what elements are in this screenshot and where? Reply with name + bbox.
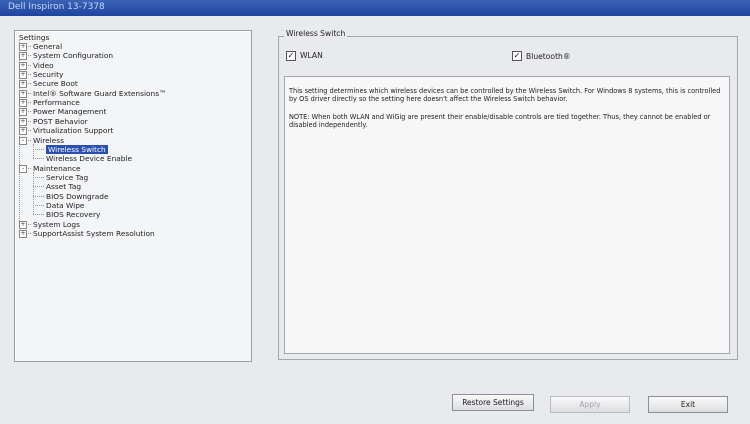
tree-item-label: System Logs: [33, 219, 80, 229]
bluetooth-label: Bluetooth®: [526, 52, 571, 61]
collapse-minus-icon[interactable]: -: [19, 164, 27, 173]
expand-plus-icon[interactable]: +: [19, 117, 27, 126]
settings-tree[interactable]: Settings General + System Configuration + Vi…: [14, 30, 252, 362]
window-title: Dell Inspiron 13-7378: [8, 2, 105, 12]
tree-item-asset-tag[interactable]: Asset Tag: [46, 182, 81, 191]
expand-plus-icon[interactable]: +: [19, 43, 27, 51]
tree-item-secure-boot[interactable]: Secure Boot +: [19, 79, 78, 89]
help-description: This setting determines which wireless d…: [284, 76, 730, 354]
tree-item-post-behavior[interactable]: POST Behavior +: [19, 116, 88, 126]
tree-item-bios-downgrade[interactable]: BIOS Downgrade: [46, 192, 109, 201]
tree-item-label: SupportAssist System Resolution: [33, 229, 155, 238]
tree-line: [33, 195, 44, 197]
apply-button[interactable]: Apply: [550, 396, 630, 413]
group-title: Wireless Switch: [284, 29, 348, 38]
tree-item-system-configuration[interactable]: System Configuration +: [19, 51, 114, 61]
tree-item-label: System Configuration: [33, 51, 114, 61]
exit-button[interactable]: Exit: [648, 396, 728, 413]
tree-item-service-tag[interactable]: Service Tag: [46, 173, 88, 182]
expand-plus-icon[interactable]: +: [19, 127, 27, 136]
tree-item-label: BIOS Recovery: [46, 210, 101, 220]
expand-plus-icon[interactable]: +: [19, 89, 27, 98]
tree-item-data-wipe[interactable]: Data Wipe: [46, 201, 84, 210]
tree-root-settings[interactable]: Settings: [19, 33, 49, 42]
tree-item-wireless[interactable]: Wireless -: [19, 135, 64, 145]
tree-line: [33, 143, 34, 159]
tree-item-wireless-switch[interactable]: Wireless Switch: [46, 144, 108, 154]
tree-line: [33, 176, 44, 178]
tree-item-performance[interactable]: Performance +: [19, 98, 80, 108]
tree-item-intel-software-guard-extensions[interactable]: Intel® Software Guard Extensions™ +: [19, 88, 167, 98]
window-titlebar: Dell Inspiron 13-7378: [0, 0, 750, 16]
expand-plus-icon[interactable]: +: [19, 80, 27, 89]
tree-item-general[interactable]: General +: [19, 42, 63, 51]
tree-item-power-management[interactable]: Power Management +: [19, 107, 107, 117]
restore-settings-button[interactable]: Restore Settings: [452, 394, 534, 411]
tree-item-label: Intel® Software Guard Extensions™: [33, 88, 167, 98]
collapse-minus-icon[interactable]: -: [19, 136, 27, 145]
expand-plus-icon[interactable]: +: [19, 220, 27, 229]
tree-item-security[interactable]: Security +: [19, 70, 64, 80]
help-text-1: This setting determines which wireless d…: [289, 87, 721, 104]
tree-item-label: Wireless Switch: [46, 144, 108, 154]
tree-item-label: Service Tag: [46, 172, 89, 182]
tree-item-bios-recovery[interactable]: BIOS Recovery: [46, 210, 100, 219]
help-text-2: NOTE: When both WLAN and WiGig are prese…: [289, 113, 711, 130]
tree-item-label: Asset Tag: [46, 182, 82, 192]
tree-item-label: Virtualization Support: [33, 126, 114, 136]
tree-line: [33, 158, 44, 160]
tree-item-label: Power Management: [33, 107, 107, 117]
wlan-label: WLAN: [300, 51, 323, 60]
tree-item-label: Performance: [33, 98, 80, 108]
tree-item-video[interactable]: Video +: [19, 60, 54, 70]
tree-item-virtualization-support[interactable]: Virtualization Support +: [19, 126, 114, 136]
tree-line: [33, 148, 44, 150]
tree-item-wireless-device-enable[interactable]: Wireless Device Enable: [46, 154, 132, 163]
tree-item-label: POST Behavior: [33, 116, 88, 126]
tree-item-system-logs[interactable]: System Logs +: [19, 219, 80, 229]
tree-item-label: Data Wipe: [46, 200, 85, 210]
tree-item-label: BIOS Downgrade: [46, 191, 109, 201]
tree-item-label: Wireless: [33, 135, 64, 145]
tree-item-label: Video: [33, 60, 54, 70]
tree-item-label: Security: [33, 70, 64, 80]
expand-plus-icon[interactable]: +: [19, 52, 27, 61]
tree-item-label: Maintenance: [33, 163, 81, 173]
tree-item-supportassist-system-resolution[interactable]: SupportAssist System Resolution +: [19, 229, 155, 238]
tree-item-label: Wireless Device Enable: [46, 154, 133, 164]
tree-line: [33, 171, 34, 215]
wlan-checkbox[interactable]: ✓: [286, 51, 296, 61]
expand-plus-icon[interactable]: +: [19, 99, 27, 108]
expand-plus-icon[interactable]: +: [19, 61, 27, 70]
tree-item-label: General: [33, 42, 63, 51]
expand-plus-icon[interactable]: +: [19, 230, 27, 238]
expand-plus-icon[interactable]: +: [19, 108, 27, 117]
bluetooth-checkbox[interactable]: ✓: [512, 51, 522, 61]
tree-item-label: Secure Boot: [33, 79, 78, 89]
tree-item-maintenance[interactable]: Maintenance -: [19, 163, 81, 173]
expand-plus-icon[interactable]: +: [19, 71, 27, 80]
tree-line: [33, 214, 44, 216]
tree-line: [33, 204, 44, 206]
tree-line: [33, 186, 44, 188]
